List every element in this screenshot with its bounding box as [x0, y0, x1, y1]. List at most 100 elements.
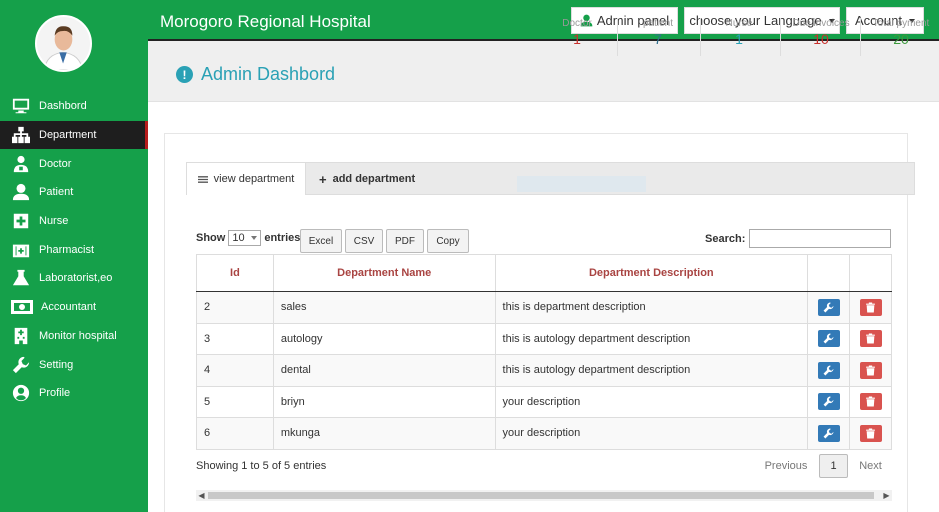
- edit-button[interactable]: [817, 330, 840, 348]
- pdf-button[interactable]: PDF: [386, 229, 424, 253]
- wrench-icon: [823, 396, 834, 407]
- sidebar-item-department[interactable]: Department: [0, 120, 148, 150]
- cell-id: 4: [196, 354, 274, 387]
- sidebar-item-doctor[interactable]: Doctor: [0, 149, 148, 178]
- sidebar-item-patient[interactable]: Patient: [0, 178, 148, 207]
- money-icon: [11, 298, 33, 316]
- horizontal-scrollbar[interactable]: ◀ ▶: [196, 490, 892, 501]
- cell-id: 5: [196, 385, 274, 418]
- table-row: 5 briyn your description: [196, 385, 892, 418]
- scrollbar-thumb[interactable]: [208, 492, 874, 499]
- edit-button[interactable]: [817, 361, 840, 379]
- sidebar-item-pharmacist[interactable]: Pharmacist: [0, 235, 148, 264]
- dashboard-header: ! Admin Dashbord: [148, 41, 939, 102]
- table-row: 2 sales this is department description: [196, 291, 892, 324]
- trash-icon: [866, 333, 875, 344]
- show-label: Show: [196, 232, 226, 244]
- wrench-icon: [823, 333, 834, 344]
- delete-button[interactable]: [859, 330, 882, 348]
- scroll-left-icon[interactable]: ◀: [196, 490, 207, 501]
- column-header-id[interactable]: Id: [196, 254, 274, 292]
- search-input[interactable]: [749, 229, 891, 248]
- sidebar-item-dashboard[interactable]: Dashbord: [0, 92, 148, 121]
- delete-button[interactable]: [859, 361, 882, 379]
- edit-button[interactable]: [817, 424, 840, 442]
- cell-delete: [849, 417, 892, 450]
- trash-icon: [866, 365, 875, 376]
- cell-delete: [849, 354, 892, 387]
- cell-edit: [807, 417, 850, 450]
- tab-add-department[interactable]: + add department: [319, 163, 429, 195]
- sidebar-item-monitor-hospital[interactable]: Monitor hospital: [0, 322, 148, 351]
- divider: [860, 18, 861, 56]
- sidebar-item-laboratorist[interactable]: Laboratorist,eo: [0, 264, 148, 293]
- wrench-icon: [11, 356, 31, 374]
- column-header-description[interactable]: Department Description: [494, 254, 809, 292]
- csv-button[interactable]: CSV: [345, 229, 383, 253]
- table-info: Showing 1 to 5 of 5 entries: [196, 460, 327, 472]
- excel-label: Excel: [308, 235, 334, 247]
- tab-label: view department: [213, 173, 295, 185]
- cell-description: this is autology department description: [494, 322, 809, 355]
- sidebar-item-setting[interactable]: Setting: [0, 350, 148, 379]
- delete-button[interactable]: [859, 424, 882, 442]
- page-title: ! Admin Dashbord: [176, 64, 335, 85]
- cell-description: this is department description: [494, 291, 809, 324]
- next-page-button[interactable]: Next: [855, 454, 886, 478]
- entries-select[interactable]: 10: [228, 230, 262, 246]
- excel-button[interactable]: Excel: [300, 229, 342, 253]
- show-entries: Show 10 entries: [196, 230, 300, 246]
- stat-label: Nurse: [725, 18, 753, 29]
- flask-icon: [11, 269, 31, 287]
- delete-button[interactable]: [859, 393, 882, 411]
- stat-nurse: Nurse 1: [719, 18, 759, 47]
- cell-id: 3: [196, 322, 274, 355]
- sidebar-item-label: Department: [39, 129, 97, 142]
- trash-icon: [866, 428, 875, 439]
- doctor-icon: [11, 155, 31, 173]
- delete-button[interactable]: [859, 298, 882, 316]
- entries-label: entries: [264, 232, 301, 244]
- column-header-delete: [849, 254, 892, 292]
- stat-value: 20: [893, 31, 909, 47]
- page-title-text: Admin Dashbord: [201, 64, 336, 84]
- search-label: Search:: [705, 233, 746, 245]
- sidebar-item-label: Nurse: [39, 215, 69, 228]
- copy-button[interactable]: Copy: [427, 229, 469, 253]
- cell-name: mkunga: [272, 417, 496, 450]
- page-1-button[interactable]: 1: [819, 454, 848, 478]
- column-header-name[interactable]: Department Name: [272, 254, 496, 292]
- trash-icon: [866, 302, 875, 313]
- stat-label: Total pyment: [872, 18, 930, 29]
- sidebar-item-profile[interactable]: Profile: [0, 379, 148, 408]
- divider: [780, 18, 781, 56]
- previous-page-button[interactable]: Previous: [760, 454, 812, 478]
- tab-view-department[interactable]: view department: [187, 163, 306, 195]
- stat-label: Due invoices: [792, 18, 850, 29]
- sidebar-item-label: Laboratorist,eo: [39, 272, 113, 285]
- stat-label: patient: [642, 18, 674, 29]
- divider: [617, 18, 618, 56]
- cell-id: 6: [196, 417, 274, 450]
- previous-label: Previous: [764, 460, 808, 472]
- stat-value: 1: [735, 31, 743, 47]
- edit-button[interactable]: [817, 393, 840, 411]
- cell-id: 2: [196, 291, 274, 324]
- stat-label: Doctor: [562, 18, 592, 29]
- scroll-right-icon[interactable]: ▶: [881, 490, 892, 501]
- sidebar-item-label: Pharmacist: [39, 243, 95, 256]
- stat-value: 7: [654, 31, 662, 47]
- sidebar-item-label: Profile: [39, 387, 71, 400]
- edit-button[interactable]: [817, 298, 840, 316]
- table-row: 3 autology this is autology department d…: [196, 322, 892, 355]
- cell-name: autology: [272, 322, 496, 355]
- pdf-label: PDF: [395, 235, 415, 247]
- sidebar-item-accountant[interactable]: Accountant: [0, 293, 148, 322]
- stat-value: 1: [573, 31, 581, 47]
- sidebar-item-nurse[interactable]: Nurse: [0, 207, 148, 236]
- cell-delete: [849, 385, 892, 418]
- csv-label: CSV: [353, 235, 375, 247]
- cell-description: your description: [494, 385, 809, 418]
- list-icon: [197, 175, 208, 183]
- table-header-row: Id Department Name Department Descriptio…: [196, 254, 892, 292]
